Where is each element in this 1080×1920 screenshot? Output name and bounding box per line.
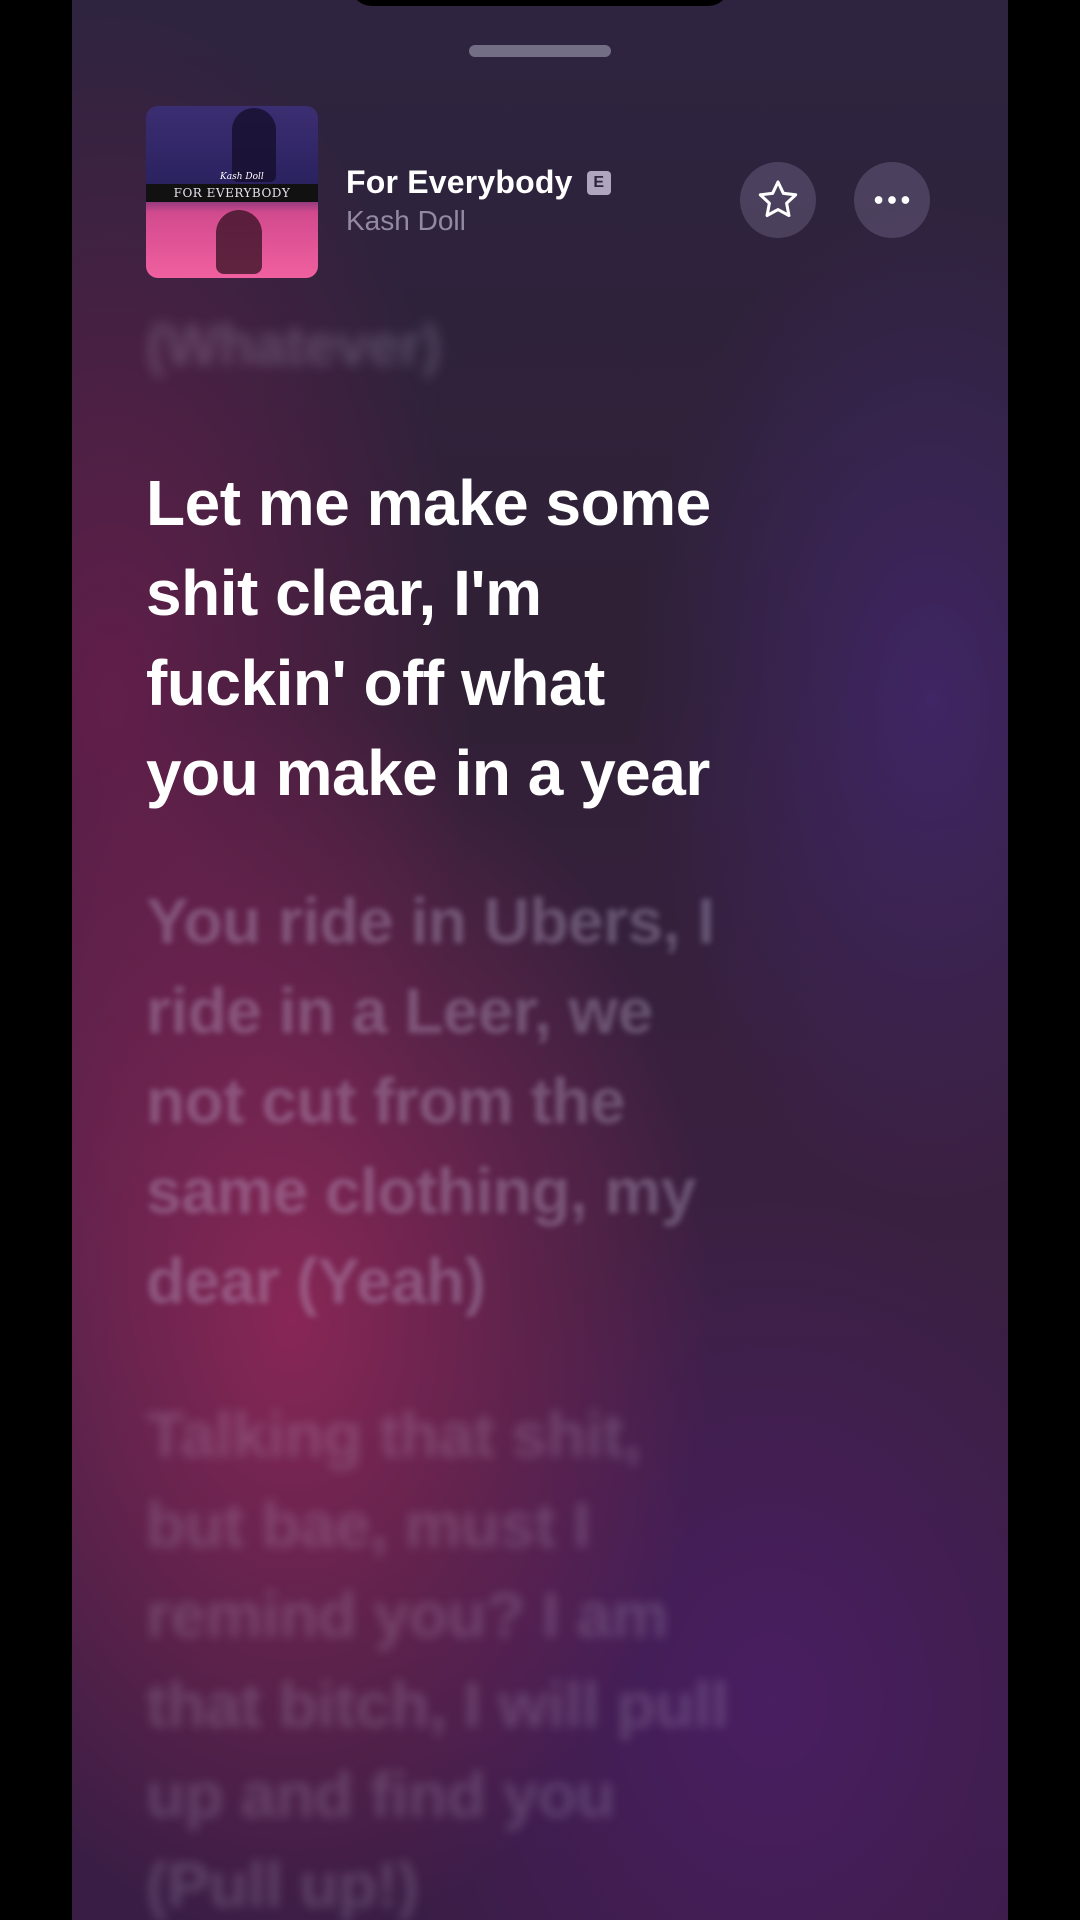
lyric-line: (Pull up!) — [146, 1849, 419, 1920]
lyric-line: (Whatever) — [146, 313, 441, 378]
track-title: For Everybody — [346, 164, 573, 200]
device-notch — [350, 0, 730, 6]
star-outline-icon — [758, 180, 798, 218]
lyrics-screen: Kash Doll FOR EVERYBODY For Everybody E … — [72, 0, 1008, 1920]
sheet-grabber[interactable] — [469, 45, 611, 57]
track-artist[interactable]: Kash Doll — [346, 205, 611, 237]
artwork-signature: Kash Doll — [220, 172, 264, 182]
lyric-line: dear (Yeah) — [146, 1245, 486, 1317]
lyric-line: fuckin' off what — [146, 647, 605, 719]
artwork-title-text: FOR EVERYBODY — [173, 186, 291, 200]
lyric-line: that bitch, I will pull — [146, 1669, 729, 1741]
artwork-figure-top — [232, 108, 276, 182]
track-title-row: For Everybody E — [346, 164, 611, 201]
lyric-line: Let me make some — [146, 467, 711, 539]
more-options-button[interactable] — [854, 162, 930, 238]
lyric-previous[interactable]: (Whatever) — [146, 312, 846, 380]
ellipsis-icon — [874, 196, 910, 204]
artwork-title-band: FOR EVERYBODY — [146, 184, 318, 202]
lyric-line: but bae, must I — [146, 1489, 591, 1561]
lyric-line: you make in a year — [146, 737, 710, 809]
now-playing-header: Kash Doll FOR EVERYBODY For Everybody E … — [146, 106, 936, 278]
lyric-line: remind you? I am — [146, 1579, 668, 1651]
lyric-line: shit clear, I'm — [146, 557, 542, 629]
lyric-upcoming[interactable]: Talking that shit, but bae, must I remin… — [146, 1390, 846, 1920]
lyric-line: Talking that shit, — [146, 1399, 641, 1471]
lyric-current[interactable]: Let me make some shit clear, I'm fuckin'… — [146, 458, 846, 818]
lyric-line: You ride in Ubers, I — [146, 885, 715, 957]
explicit-badge: E — [586, 170, 611, 195]
track-info[interactable]: For Everybody E Kash Doll — [346, 164, 611, 237]
artwork-figure-bottom — [216, 210, 262, 274]
lyric-line: ride in a Leer, we — [146, 975, 653, 1047]
favorite-button[interactable] — [740, 162, 816, 238]
lyric-next[interactable]: You ride in Ubers, I ride in a Leer, we … — [146, 876, 846, 1326]
lyric-line: same clothing, my — [146, 1155, 696, 1227]
lyric-line: up and find you — [146, 1759, 615, 1831]
album-artwork[interactable]: Kash Doll FOR EVERYBODY — [146, 106, 318, 278]
lyric-line: not cut from the — [146, 1065, 626, 1137]
